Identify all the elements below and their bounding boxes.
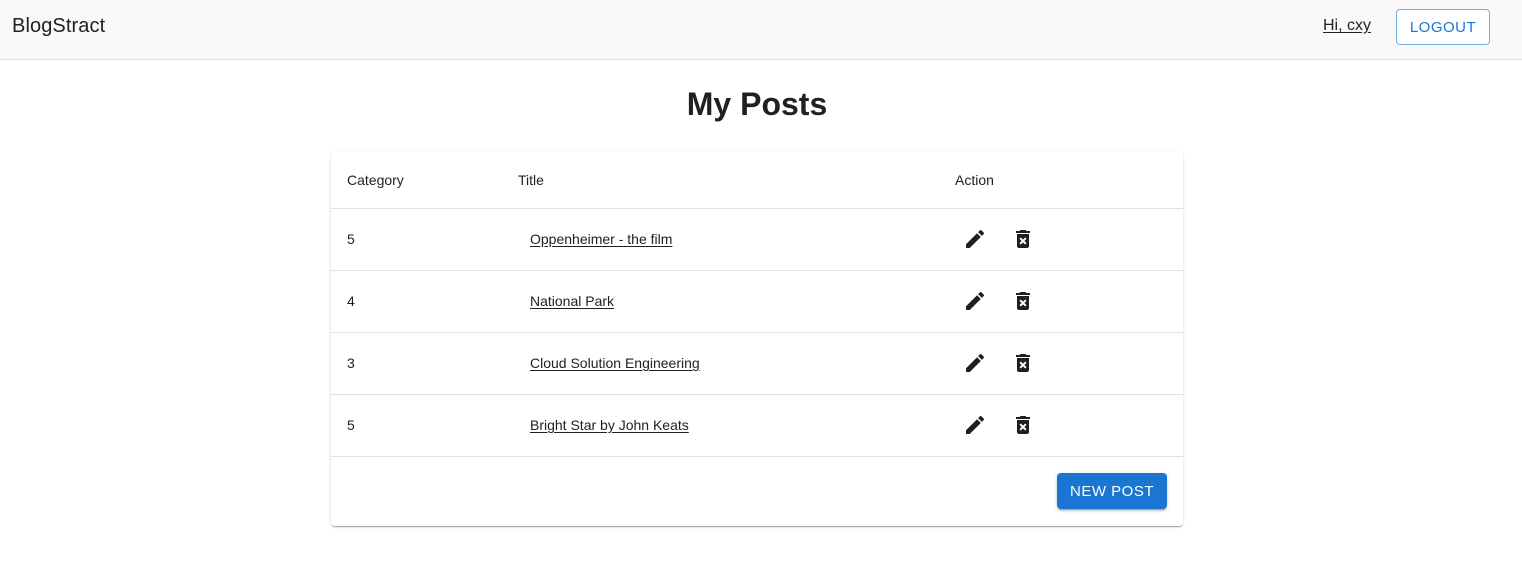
column-header-title: Title <box>502 152 939 209</box>
delete-forever-icon[interactable] <box>1011 227 1035 251</box>
page-title: My Posts <box>686 86 828 122</box>
post-title-link[interactable]: National Park <box>530 293 614 309</box>
cell-actions <box>939 332 1183 395</box>
card-footer: NEW POST <box>331 457 1183 526</box>
cell-actions <box>939 208 1183 271</box>
table-header-row: Category Title Action <box>331 152 1183 209</box>
column-header-action: Action <box>939 152 1183 209</box>
post-title-link[interactable]: Cloud Solution Engineering <box>530 355 700 371</box>
cell-title: Cloud Solution Engineering <box>502 332 939 395</box>
edit-icon[interactable] <box>963 351 987 375</box>
edit-icon[interactable] <box>963 289 987 313</box>
posts-card: Category Title Action 5 Oppenheimer - th… <box>331 152 1183 526</box>
cell-title: National Park <box>502 270 939 333</box>
table-row: 5 Bright Star by John Keats <box>331 394 1183 457</box>
cell-category: 3 <box>331 332 502 395</box>
table-row: 5 Oppenheimer - the film <box>331 208 1183 271</box>
logout-button[interactable]: LOGOUT <box>1396 9 1490 45</box>
column-header-category: Category <box>331 152 502 209</box>
cell-category: 5 <box>331 208 502 271</box>
cell-actions <box>939 394 1183 457</box>
delete-forever-icon[interactable] <box>1011 413 1035 437</box>
cell-category: 4 <box>331 270 502 333</box>
user-greeting-link[interactable]: Hi, cxy <box>1323 17 1371 35</box>
cell-title: Oppenheimer - the film <box>502 208 939 271</box>
edit-icon[interactable] <box>963 413 987 437</box>
post-title-link[interactable]: Oppenheimer - the film <box>530 231 672 247</box>
cell-category: 5 <box>331 394 502 457</box>
table-row: 3 Cloud Solution Engineering <box>331 332 1183 395</box>
table-row: 4 National Park <box>331 270 1183 333</box>
cell-actions <box>939 270 1183 333</box>
new-post-button[interactable]: NEW POST <box>1057 473 1167 509</box>
cell-title: Bright Star by John Keats <box>502 394 939 457</box>
brand-logo[interactable]: BlogStract <box>12 15 105 38</box>
posts-table: Category Title Action 5 Oppenheimer - th… <box>331 152 1183 457</box>
delete-forever-icon[interactable] <box>1011 351 1035 375</box>
delete-forever-icon[interactable] <box>1011 289 1035 313</box>
post-title-link[interactable]: Bright Star by John Keats <box>530 417 689 433</box>
edit-icon[interactable] <box>963 227 987 251</box>
app-bar: BlogStract Hi, cxy LOGOUT <box>0 0 1522 60</box>
